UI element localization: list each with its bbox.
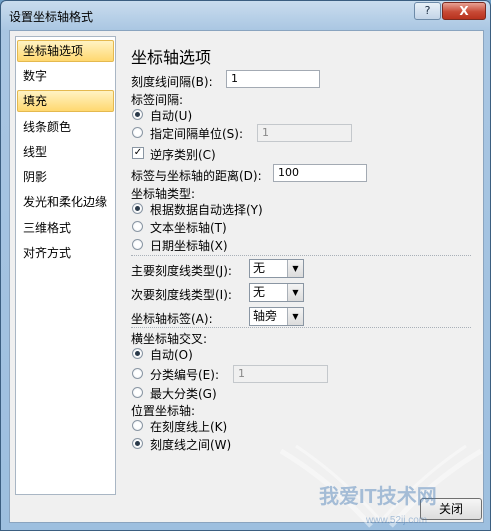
cross-category-input[interactable]: 1 — [233, 365, 328, 383]
reverse-order-label: 逆序类别(C) — [150, 148, 216, 162]
sidebar-item-line-style[interactable]: 线型 — [17, 141, 114, 163]
separator — [131, 327, 471, 328]
axis-type-date-label: 日期坐标轴(X) — [150, 239, 228, 253]
dialog-window: 设置坐标轴格式 ? X 坐标轴选项 数字 填充 线条颜色 线型 阴影 发光和柔化… — [0, 0, 491, 531]
axis-labels-value: 轴旁 — [253, 309, 278, 323]
separator — [131, 255, 471, 256]
sidebar-item-fill[interactable]: 填充 — [17, 90, 114, 112]
close-window-button[interactable]: X — [442, 2, 486, 20]
panel-title: 坐标轴选项 — [131, 48, 212, 67]
title-bar[interactable]: 设置坐标轴格式 ? X — [1, 1, 490, 29]
minor-tick-value: 无 — [253, 285, 266, 299]
axis-type-date-radio[interactable] — [132, 239, 143, 250]
category-sidebar: 坐标轴选项 数字 填充 线条颜色 线型 阴影 发光和柔化边缘 三维格式 对齐方式 — [15, 36, 116, 495]
cross-max-label: 最大分类(G) — [150, 387, 217, 401]
chevron-down-icon[interactable]: ▼ — [287, 260, 303, 277]
cross-category-radio[interactable] — [132, 368, 143, 379]
minor-tick-select[interactable]: 无 ▼ — [249, 283, 304, 302]
axis-type-text-radio[interactable] — [132, 221, 143, 232]
label-interval-heading: 标签间隔: — [131, 93, 184, 107]
chevron-down-icon[interactable]: ▼ — [287, 284, 303, 301]
cross-max-radio[interactable] — [132, 387, 143, 398]
position-on-tick-radio[interactable] — [132, 420, 143, 431]
position-on-tick-label: 在刻度线上(K) — [150, 420, 228, 434]
axis-type-auto-radio[interactable] — [132, 203, 143, 214]
sidebar-item-glow[interactable]: 发光和柔化边缘 — [17, 191, 114, 213]
sidebar-item-shadow[interactable]: 阴影 — [17, 166, 114, 188]
specify-interval-radio[interactable] — [132, 127, 143, 138]
watermark-url: www.52ij.com — [365, 515, 427, 526]
label-distance-input[interactable]: 100 — [273, 164, 367, 182]
cross-auto-radio[interactable] — [132, 348, 143, 359]
chevron-down-icon[interactable]: ▼ — [287, 308, 303, 325]
axis-type-auto-label: 根据数据自动选择(Y) — [150, 203, 263, 217]
watermark-logo: 我爱IT技术网 www.52ij.com — [279, 444, 483, 528]
major-tick-value: 无 — [253, 261, 266, 275]
cross-auto-label: 自动(O) — [150, 348, 193, 362]
reverse-order-checkbox[interactable]: ✓ — [132, 147, 144, 159]
sidebar-item-3d-format[interactable]: 三维格式 — [17, 217, 114, 239]
sidebar-item-number[interactable]: 数字 — [17, 65, 114, 87]
axis-labels-select[interactable]: 轴旁 ▼ — [249, 307, 304, 326]
axis-type-text-label: 文本坐标轴(T) — [150, 221, 227, 235]
specify-interval-input[interactable]: 1 — [257, 124, 352, 142]
position-between-radio[interactable] — [132, 438, 143, 449]
position-between-label: 刻度线之间(W) — [150, 438, 232, 452]
tick-interval-label: 刻度线间隔(B): — [131, 75, 213, 89]
axis-type-heading: 坐标轴类型: — [131, 187, 196, 201]
major-tick-label: 主要刻度线类型(J): — [131, 264, 232, 278]
cross-category-label: 分类编号(E): — [150, 368, 219, 382]
auto-interval-radio[interactable] — [132, 109, 143, 120]
tick-interval-input[interactable]: 1 — [226, 70, 320, 88]
label-distance-label: 标签与坐标轴的距离(D): — [131, 169, 262, 183]
sidebar-item-line-color[interactable]: 线条颜色 — [17, 116, 114, 138]
cross-heading: 横坐标轴交叉: — [131, 332, 208, 346]
sidebar-item-axis-options[interactable]: 坐标轴选项 — [17, 40, 114, 62]
minor-tick-label: 次要刻度线类型(I): — [131, 288, 232, 302]
auto-interval-label: 自动(U) — [150, 109, 193, 123]
specify-interval-label: 指定间隔单位(S): — [150, 127, 244, 141]
axis-labels-label: 坐标轴标签(A): — [131, 312, 213, 326]
help-button[interactable]: ? — [414, 2, 441, 20]
sidebar-item-alignment[interactable]: 对齐方式 — [17, 242, 114, 264]
options-panel: 坐标轴选项 刻度线间隔(B): 1 标签间隔: 自动(U) 指定间隔单位(S):… — [122, 36, 478, 495]
major-tick-select[interactable]: 无 ▼ — [249, 259, 304, 278]
window-title: 设置坐标轴格式 — [9, 10, 94, 24]
watermark-text: 我爱IT技术网 — [319, 484, 437, 508]
position-heading: 位置坐标轴: — [131, 404, 196, 418]
